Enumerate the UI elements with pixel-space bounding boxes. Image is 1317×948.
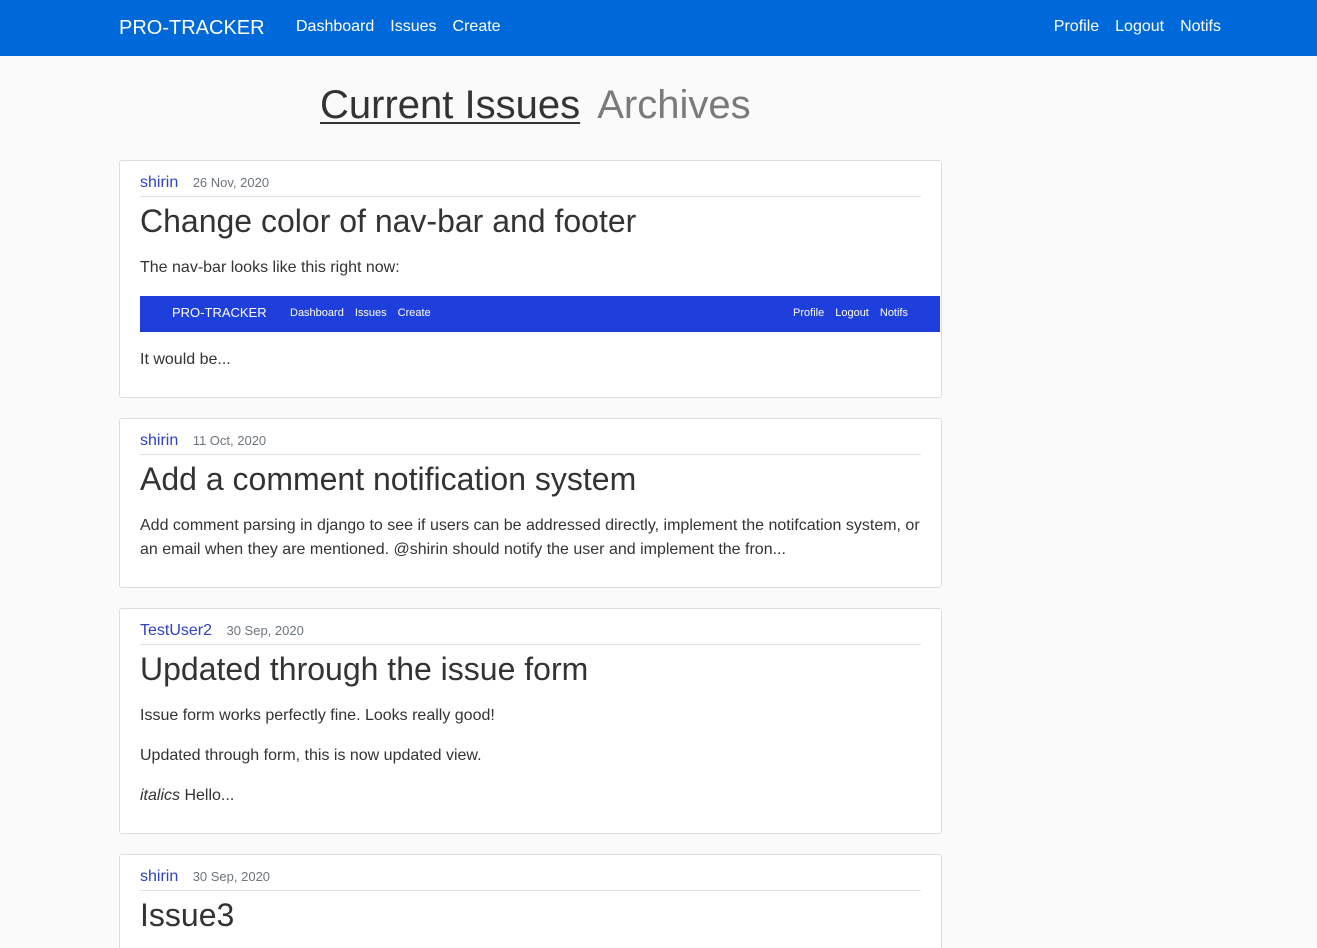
embedded-navbar-image: PRO-TRACKER Dashboard Issues Create Prof… [140, 296, 940, 332]
tab-archives[interactable]: Archives [597, 83, 750, 127]
top-navbar: PRO-TRACKER Dashboard Issues Create Prof… [0, 0, 1317, 56]
issue-author-link[interactable]: TestUser2 [140, 622, 212, 639]
italic-text: italics [140, 787, 181, 804]
issue-title[interactable]: Updated through the issue form [140, 650, 921, 688]
issue-paragraph: Updated through form, this is now update… [140, 747, 482, 764]
issue-meta: TestUser2 30 Sep, 2020 [140, 621, 921, 645]
nav-right-group: Profile Logout Notifs [1054, 18, 1221, 36]
embedded-nav-left: Dashboard Issues Create [290, 307, 431, 320]
issue-card: TestUser2 30 Sep, 2020 Updated through t… [119, 608, 942, 834]
nav-link-profile[interactable]: Profile [1054, 18, 1099, 36]
issue-card: shirin 30 Sep, 2020 Issue3 [119, 854, 942, 948]
brand-link[interactable]: PRO-TRACKER [119, 17, 265, 39]
embedded-link-profile: Profile [793, 307, 825, 319]
embedded-link-create: Create [397, 307, 431, 319]
nav-link-dashboard[interactable]: Dashboard [296, 18, 374, 36]
issue-author-link[interactable]: shirin [140, 174, 178, 191]
embedded-brand: PRO-TRACKER [172, 305, 267, 320]
embedded-link-notifs: Notifs [879, 307, 908, 319]
issue-body: The nav-bar looks like this right now: P… [140, 256, 940, 388]
issue-date: 26 Nov, 2020 [192, 175, 270, 190]
issue-title[interactable]: Add a comment notification system [140, 460, 921, 498]
issue-card: shirin 26 Nov, 2020 Change color of nav-… [119, 160, 942, 398]
nav-link-logout[interactable]: Logout [1115, 18, 1164, 36]
issue-title[interactable]: Change color of nav-bar and footer [140, 202, 921, 240]
issues-heading: Current Issues Archives [320, 82, 751, 128]
issue-paragraph-italic: italics Hello... [140, 784, 921, 808]
issue-date: 30 Sep, 2020 [192, 869, 271, 884]
embedded-link-logout: Logout [835, 307, 869, 319]
embedded-link-issues: Issues [354, 307, 387, 319]
issue-paragraph: Add comment parsing in django to see if … [140, 517, 920, 558]
tab-current-issues[interactable]: Current Issues [320, 83, 580, 127]
issue-paragraph: The nav-bar looks like this right now: [140, 259, 400, 276]
issue-author-link[interactable]: shirin [140, 868, 178, 885]
nav-link-notifs[interactable]: Notifs [1180, 18, 1221, 36]
issue-paragraph: Issue form works perfectly fine. Looks r… [140, 707, 495, 724]
embedded-link-dashboard: Dashboard [290, 307, 344, 319]
issue-card: shirin 11 Oct, 2020 Add a comment notifi… [119, 418, 942, 588]
issue-meta: shirin 11 Oct, 2020 [140, 431, 921, 455]
issue-author-link[interactable]: shirin [140, 432, 178, 449]
issue-text: Hello... [180, 787, 235, 804]
issue-paragraph: It would be... [140, 351, 231, 368]
issue-body: Add comment parsing in django to see if … [140, 514, 921, 578]
nav-link-create[interactable]: Create [453, 18, 501, 36]
issue-meta: shirin 30 Sep, 2020 [140, 867, 921, 891]
issue-date: 30 Sep, 2020 [226, 623, 304, 638]
nav-left-group: Dashboard Issues Create [296, 18, 501, 36]
issue-meta: shirin 26 Nov, 2020 [140, 173, 921, 197]
issue-date: 11 Oct, 2020 [192, 433, 267, 448]
embedded-nav-right: Profile Logout Notifs [793, 307, 908, 320]
issue-body: Issue form works perfectly fine. Looks r… [140, 704, 921, 824]
issue-title[interactable]: Issue3 [140, 896, 921, 934]
nav-link-issues[interactable]: Issues [390, 18, 436, 36]
